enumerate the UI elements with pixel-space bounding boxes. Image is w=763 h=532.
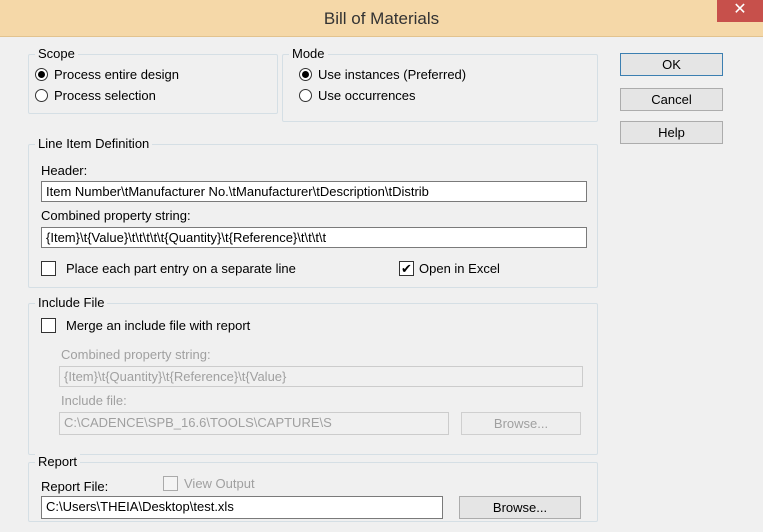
window-title: Bill of Materials <box>323 9 440 28</box>
cancel-button[interactable]: Cancel <box>620 88 723 111</box>
include-file-group-title: Include File <box>35 295 108 310</box>
report-group-title: Report <box>35 454 81 469</box>
view-output-checkbox <box>163 476 178 491</box>
view-output-label: View Output <box>184 476 255 491</box>
separate-line-checkbox-row[interactable]: Place each part entry on a separate line <box>41 261 296 276</box>
open-in-excel-checkbox-row[interactable]: ✔ Open in Excel <box>399 261 500 276</box>
merge-include-label: Merge an include file with report <box>66 318 251 333</box>
report-file-label: Report File: <box>41 479 109 494</box>
radio-button[interactable] <box>35 89 48 102</box>
report-file-input[interactable]: C:\Users\THEIA\Desktop\test.xls <box>41 496 443 519</box>
line-item-group-title: Line Item Definition <box>35 136 153 151</box>
close-icon[interactable]: ✕ <box>717 0 763 22</box>
ok-button[interactable]: OK <box>620 53 723 76</box>
mode-group: Mode Use instances (Preferred) Use occur… <box>282 46 598 122</box>
view-output-checkbox-row: View Output <box>163 476 255 491</box>
include-file-input: C:\CADENCE\SPB_16.6\TOOLS\CAPTURE\S <box>59 412 449 435</box>
report-browse-button[interactable]: Browse... <box>459 496 581 519</box>
radio-label: Use instances (Preferred) <box>318 67 467 82</box>
radio-label: Process selection <box>54 88 156 103</box>
scope-group: Scope Process entire design Process sele… <box>28 46 278 114</box>
open-in-excel-label: Open in Excel <box>419 261 500 276</box>
include-combined-property-input: {Item}\t{Quantity}\t{Reference}\t{Value} <box>59 366 583 387</box>
header-label: Header: <box>41 163 88 178</box>
scope-group-title: Scope <box>35 46 78 61</box>
radio-button-selected[interactable] <box>35 68 48 81</box>
header-input[interactable]: Item Number\tManufacturer No.\tManufactu… <box>41 181 587 202</box>
radio-use-occurrences[interactable]: Use occurrences <box>299 88 416 103</box>
radio-button-selected[interactable] <box>299 68 312 81</box>
dialog-body: Scope Process entire design Process sele… <box>8 37 755 532</box>
combined-property-input[interactable]: {Item}\t{Value}\t\t\t\t\t{Quantity}\t{Re… <box>41 227 587 248</box>
radio-label: Use occurrences <box>318 88 416 103</box>
mode-group-title: Mode <box>289 46 328 61</box>
radio-process-entire-design[interactable]: Process entire design <box>35 67 179 82</box>
include-combined-property-label: Combined property string: <box>61 347 211 362</box>
radio-process-selection[interactable]: Process selection <box>35 88 156 103</box>
report-group: Report Report File: View Output C:\Users… <box>28 454 598 522</box>
include-file-label: Include file: <box>61 393 127 408</box>
radio-label: Process entire design <box>54 67 180 82</box>
title-bar[interactable]: Bill of Materials ✕ <box>0 0 763 37</box>
include-browse-button: Browse... <box>461 412 581 435</box>
line-item-definition-group: Line Item Definition Header: Item Number… <box>28 136 598 288</box>
separate-line-checkbox[interactable] <box>41 261 56 276</box>
merge-include-checkbox[interactable] <box>41 318 56 333</box>
combined-property-label: Combined property string: <box>41 208 191 223</box>
radio-use-instances[interactable]: Use instances (Preferred) <box>299 67 466 82</box>
separate-line-label: Place each part entry on a separate line <box>66 261 296 276</box>
help-button[interactable]: Help <box>620 121 723 144</box>
merge-include-checkbox-row[interactable]: Merge an include file with report <box>41 318 250 333</box>
check-icon[interactable]: ✔ <box>399 261 414 276</box>
include-file-group: Include File Merge an include file with … <box>28 295 598 455</box>
radio-button[interactable] <box>299 89 312 102</box>
